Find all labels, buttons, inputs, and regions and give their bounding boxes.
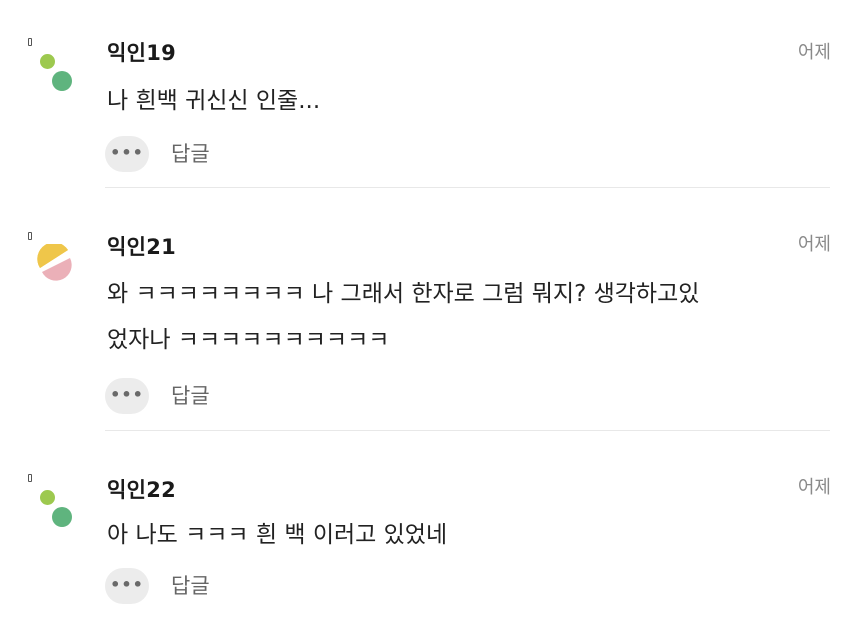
comment-time: 어제 — [797, 42, 831, 63]
marker-icon — [28, 232, 32, 240]
marker-icon — [28, 38, 32, 46]
comment-text: 나 흰백 귀신신 인줄... — [107, 78, 827, 124]
teal-dot-icon — [52, 507, 72, 527]
avatar[interactable] — [22, 232, 82, 302]
reply-button[interactable]: 답글 — [171, 380, 210, 410]
reply-button[interactable]: 답글 — [171, 570, 210, 600]
comment-text: 아 나도 ㅋㅋㅋ 흰 백 이러고 있었네 — [107, 512, 827, 558]
more-options-button[interactable]: ••• — [105, 568, 149, 604]
comment-text-line: 와 ㅋㅋㅋㅋㅋㅋㅋㅋ 나 그래서 한자로 그럼 뭐지? 생각하고있 — [107, 281, 700, 307]
green-dot-icon — [40, 490, 55, 505]
more-options-button[interactable]: ••• — [105, 378, 149, 414]
more-options-button[interactable]: ••• — [105, 136, 149, 172]
comment-author: 익인22 — [107, 478, 177, 502]
divider — [105, 430, 830, 431]
half-circles-icon — [37, 244, 72, 281]
comment-text-line: 었자나 ㅋㅋㅋㅋㅋㅋㅋㅋㅋㅋ — [107, 327, 390, 353]
avatar[interactable] — [22, 474, 82, 544]
reply-button[interactable]: 답글 — [171, 138, 210, 168]
comment-time: 어제 — [797, 477, 831, 498]
marker-icon — [28, 474, 32, 482]
divider — [105, 187, 830, 188]
comment-text-line: 아 나도 ㅋㅋㅋ 흰 백 이러고 있었네 — [107, 522, 448, 548]
comment-author: 익인19 — [107, 41, 177, 65]
green-dot-icon — [40, 54, 55, 69]
comment-author: 익인21 — [107, 235, 177, 259]
comment-text: 와 ㅋㅋㅋㅋㅋㅋㅋㅋ 나 그래서 한자로 그럼 뭐지? 생각하고있 었자나 ㅋㅋ… — [107, 271, 827, 363]
comment-time: 어제 — [797, 234, 831, 255]
teal-dot-icon — [52, 71, 72, 91]
comment-text-line: 나 흰백 귀신신 인줄... — [107, 88, 321, 114]
avatar[interactable] — [22, 38, 82, 108]
